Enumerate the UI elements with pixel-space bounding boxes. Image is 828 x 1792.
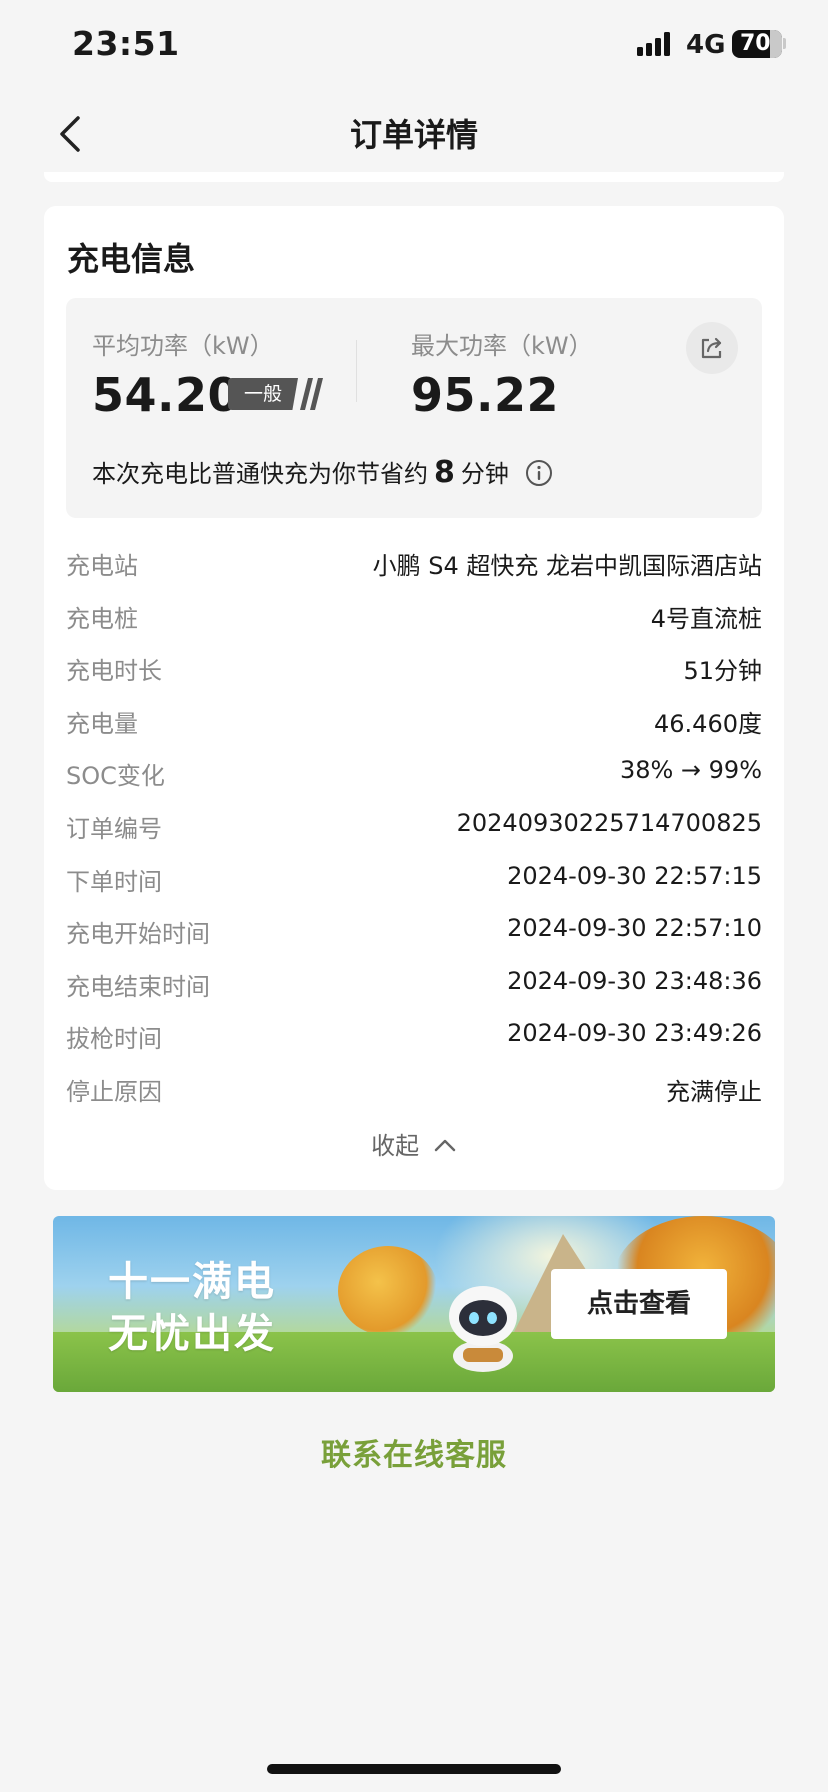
detail-value: 4号直流桩 (650, 604, 762, 633)
chevron-up-icon (434, 1139, 456, 1152)
detail-row: 订单编号 20240930225714700825 (66, 801, 762, 854)
badge-stripes-icon (300, 378, 323, 410)
power-level-badge: 一般 (228, 378, 298, 410)
saving-prefix: 本次充电比普通快充为你节省约 (92, 460, 428, 488)
detail-row: 充电时长 51分钟 (66, 643, 762, 696)
banner-view-button[interactable]: 点击查看 (551, 1269, 727, 1339)
stat-divider (356, 340, 357, 402)
detail-label: 充电桩 (66, 604, 138, 633)
banner-headline: 十一满电 无忧出发 (108, 1256, 276, 1360)
battery-tip (783, 38, 786, 49)
avg-power-value: 54.20 (92, 368, 241, 422)
max-power-value: 95.22 (411, 368, 560, 422)
battery-icon: 70 (732, 30, 782, 58)
detail-label: SOC变化 (66, 762, 165, 791)
detail-value: 充满停止 (666, 1077, 762, 1106)
saving-suffix: 分钟 (460, 460, 509, 488)
detail-value: 2024-09-30 23:49:26 (507, 1019, 762, 1048)
robot-mascot-icon (449, 1286, 517, 1372)
detail-row: 下单时间 2024-09-30 22:57:15 (66, 854, 762, 907)
max-power-label: 最大功率（kW） (411, 332, 593, 360)
detail-row: 充电开始时间 2024-09-30 22:57:10 (66, 906, 762, 959)
page-title: 订单详情 (349, 116, 478, 154)
detail-label: 充电时长 (66, 657, 162, 686)
detail-value: 2024-09-30 22:57:10 (507, 914, 762, 943)
saving-minutes: 8 (434, 455, 455, 490)
detail-label: 拔枪时间 (66, 1025, 162, 1054)
promo-banner[interactable]: 十一满电 无忧出发 点击查看 (53, 1216, 775, 1392)
status-bar: 23:51 4G 70 (0, 0, 828, 90)
detail-row: 停止原因 充满停止 (66, 1064, 762, 1117)
previous-card-edge (44, 172, 784, 182)
charging-info-card: 充电信息 平均功率（kW） 54.20 一般 最大功率（kW） 95.22 本次… (44, 206, 784, 1190)
detail-row: 充电量 46.460度 (66, 696, 762, 749)
detail-label: 充电站 (66, 552, 138, 580)
detail-label: 充电结束时间 (66, 972, 210, 1001)
detail-row: 充电桩 4号直流桩 (66, 591, 762, 644)
detail-value: 小鹏 S4 超快充 龙岩中凯国际酒店站 (372, 552, 762, 580)
banner-line-1: 十一满电 (108, 1259, 276, 1305)
collapse-button[interactable]: 收起 (44, 1126, 784, 1161)
detail-value: 46.460度 (654, 709, 762, 738)
battery-level: 70 (740, 31, 771, 56)
banner-line-2: 无忧出发 (108, 1311, 276, 1357)
banner-tree (338, 1246, 438, 1336)
card-title: 充电信息 (67, 240, 196, 278)
detail-row: SOC变化 38% → 99% (66, 748, 762, 801)
detail-row: 充电结束时间 2024-09-30 23:48:36 (66, 959, 762, 1012)
order-detail-list: 充电站 小鹏 S4 超快充 龙岩中凯国际酒店站 充电桩 4号直流桩 充电时长 51分钟 充电… (66, 538, 762, 1117)
collapse-label: 收起 (371, 1132, 420, 1160)
detail-label: 下单时间 (66, 867, 162, 896)
info-icon[interactable] (525, 459, 553, 487)
share-button[interactable] (686, 322, 738, 374)
signal-icon (637, 32, 673, 56)
detail-value: 2024-09-30 23:48:36 (507, 966, 762, 995)
contact-service-link[interactable]: 联系在线客服 (0, 1430, 828, 1474)
detail-row: 拔枪时间 2024-09-30 23:49:26 (66, 1011, 762, 1064)
avg-power-label: 平均功率（kW） (92, 332, 274, 360)
detail-label: 充电开始时间 (66, 920, 210, 949)
detail-value: 38% → 99% (619, 756, 762, 785)
status-time: 23:51 (72, 24, 180, 63)
detail-label: 停止原因 (66, 1077, 162, 1106)
share-icon (701, 337, 722, 359)
time-saving-text: 本次充电比普通快充为你节省约 8 分钟 (92, 454, 553, 490)
nav-bar: 订单详情 (0, 90, 828, 176)
detail-label: 订单编号 (66, 814, 162, 843)
detail-value: 51分钟 (683, 657, 762, 686)
home-indicator[interactable] (267, 1764, 561, 1774)
detail-value: 20240930225714700825 (456, 808, 762, 837)
network-type: 4G (686, 30, 726, 60)
detail-label: 充电量 (66, 709, 138, 738)
power-stats-panel: 平均功率（kW） 54.20 一般 最大功率（kW） 95.22 本次充电比普通… (66, 298, 762, 518)
detail-row: 充电站 小鹏 S4 超快充 龙岩中凯国际酒店站 (66, 538, 762, 591)
detail-value: 2024-09-30 22:57:15 (507, 861, 762, 890)
